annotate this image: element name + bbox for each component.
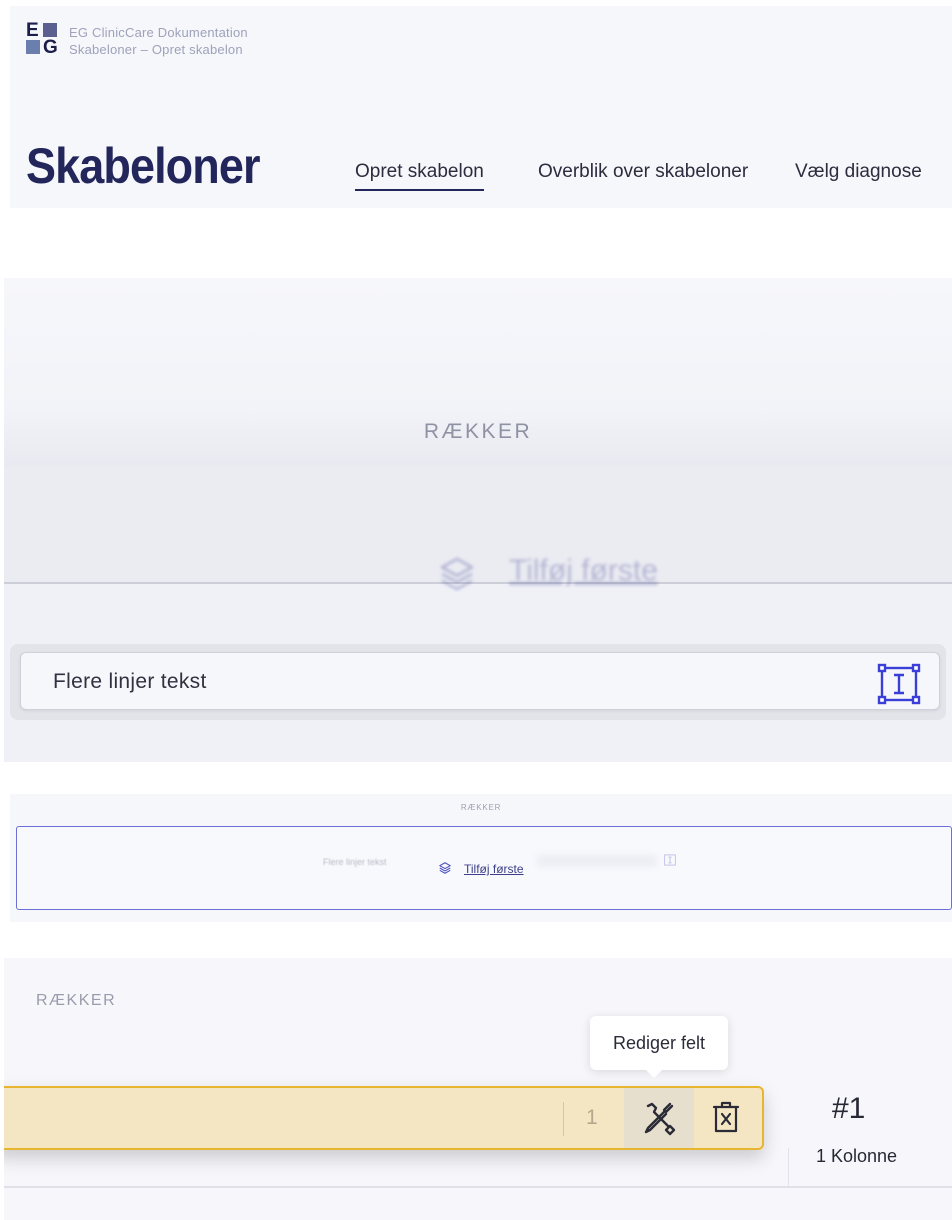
logo-square: [43, 23, 57, 37]
dragged-field-container: Flere linjer tekst: [10, 644, 946, 720]
dragged-field-ghost: Flere linjer tekst: [323, 857, 387, 867]
add-first-link: Tilføj første: [509, 554, 658, 587]
eg-logo[interactable]: E G: [26, 20, 60, 58]
nav-link-opret-skabelon[interactable]: Opret skabelon: [355, 161, 484, 191]
logo-letter-e: E: [26, 20, 39, 41]
drag-blur: [537, 855, 657, 867]
divider: [4, 582, 952, 584]
edit-field-tooltip: Rediger felt: [590, 1016, 728, 1078]
rows-dropzone[interactable]: Flere linjer tekst Tilføj første: [16, 826, 952, 910]
divider: [4, 1186, 952, 1188]
logo-letter-g: G: [43, 37, 58, 58]
app-name: EG ClinicCare Dokumentation: [69, 25, 248, 40]
column-count-input[interactable]: 1: [586, 1106, 598, 1130]
rows-editor: RÆKKER Rediger felt 1 #1 1 Kolonne: [4, 958, 952, 1220]
row-number: #1: [832, 1092, 866, 1125]
rows-label: RÆKKER: [36, 992, 117, 1009]
nav-link-overblik[interactable]: Overblik over skabeloner: [538, 161, 748, 183]
nav-link-vaelg-diagnose[interactable]: Vælg diagnose: [795, 161, 922, 183]
row-column-count: 1 Kolonne: [816, 1146, 898, 1166]
template-row-selected[interactable]: 1: [4, 1086, 764, 1150]
breadcrumb: Skabeloner – Opret skabelon: [69, 42, 243, 57]
edit-field-button[interactable]: [624, 1088, 694, 1148]
delete-field-button[interactable]: [694, 1088, 760, 1148]
add-first-link[interactable]: Tilføj første: [464, 862, 524, 876]
rows-overview: RÆKKER Flere linjer tekst Tilføj første: [10, 794, 952, 922]
dropzone-band: [4, 466, 952, 584]
dragged-field-card[interactable]: Flere linjer tekst: [20, 652, 940, 710]
divider: [563, 1102, 564, 1136]
multiline-text-icon: [877, 663, 921, 705]
divider: [788, 1148, 789, 1188]
multiline-text-icon: [664, 854, 676, 866]
rows-label: RÆKKER: [460, 803, 502, 812]
layers-icon: [439, 862, 451, 874]
trash-icon: [712, 1101, 740, 1133]
logo-square: [26, 40, 40, 54]
layers-icon: [440, 557, 474, 591]
rows-label: RÆKKER: [423, 420, 533, 443]
app-header: E G EG ClinicCare Dokumentation Skabelon…: [10, 6, 952, 208]
rows-dropzone-zoomed: RÆKKER Tilføj første Flere linjer tekst: [4, 278, 952, 762]
page-title: Skabeloner: [26, 138, 261, 194]
field-type-label: Flere linjer tekst: [53, 670, 207, 693]
tools-icon: [644, 1102, 676, 1136]
